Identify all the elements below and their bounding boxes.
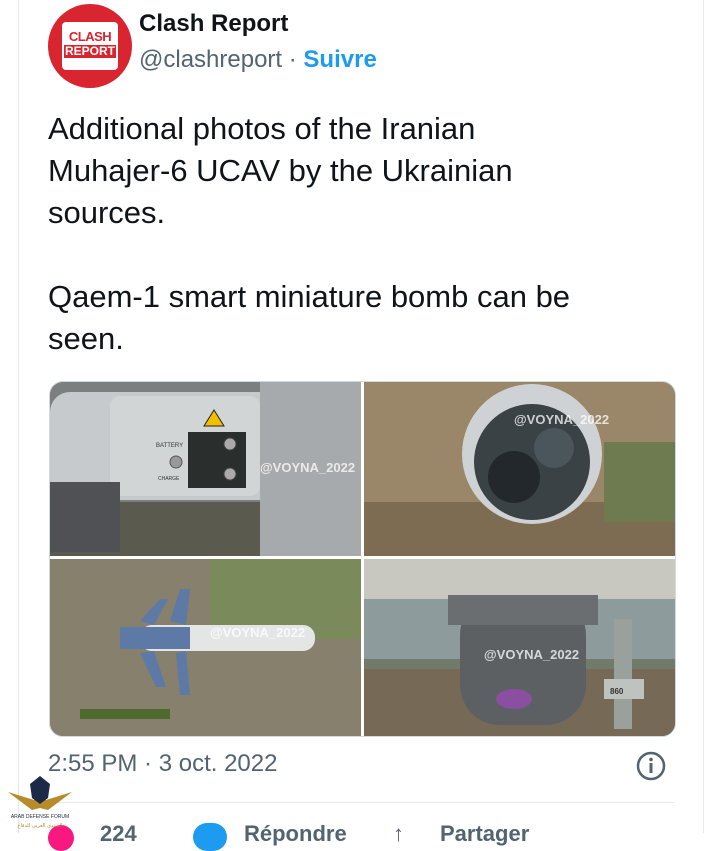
share-button[interactable]: Partager: [440, 821, 529, 847]
handle-row: @clashreport · Suivre: [139, 46, 377, 74]
forum-logo-line1: ARAB DEFENSE FORUM: [11, 814, 69, 820]
battery-label: BATTERY: [156, 443, 183, 449]
reply-icon[interactable]: [193, 823, 227, 851]
separator: ·: [282, 46, 304, 73]
watermark: @VOYNA_2022: [514, 412, 610, 427]
photo-qaem-bomb[interactable]: @VOYNA_2022: [50, 559, 361, 736]
info-icon[interactable]: [636, 751, 666, 781]
watermark: @VOYNA_2022: [484, 647, 580, 662]
timestamp[interactable]: 2:55 PM · 3 oct. 2022: [48, 750, 277, 778]
media-grid: BATTERY CHARGE @VOYNA_2022 @VOYNA_2022 @…: [49, 381, 676, 737]
watermark: @VOYNA_2022: [210, 625, 306, 640]
avatar[interactable]: CLASH REPORT: [48, 4, 132, 88]
divider: [48, 802, 674, 803]
forum-logo: ARAB DEFENSE FORUM المنتدى العربي للدفاع: [4, 774, 76, 833]
photo-camera-ball[interactable]: @VOYNA_2022: [364, 382, 675, 556]
photo-drone-body[interactable]: BATTERY CHARGE @VOYNA_2022: [50, 382, 361, 556]
tweet-text: Additional photos of the Iranian Muhajer…: [48, 111, 571, 356]
photo-camera-ball-image: [364, 382, 675, 556]
part-tag: 860: [610, 687, 624, 696]
avatar-text-line1: CLASH: [68, 29, 112, 44]
photo-qaem-bomb-image: [50, 559, 361, 736]
watermark: @VOYNA_2022: [260, 460, 356, 475]
share-icon[interactable]: ↑: [393, 821, 404, 847]
account-name[interactable]: Clash Report: [139, 10, 288, 38]
photo-gimbal-camera[interactable]: @VOYNA_2022 860: [364, 559, 675, 736]
like-count[interactable]: 224: [100, 821, 137, 847]
avatar-logo: CLASH REPORT: [62, 22, 118, 70]
charge-label: CHARGE: [158, 476, 180, 482]
avatar-text-line2: REPORT: [64, 44, 116, 58]
forum-logo-line2: المنتدى العربي للدفاع: [18, 823, 63, 829]
reply-button[interactable]: Répondre: [244, 821, 347, 847]
action-bar: 224 Répondre ↑ Partager: [48, 815, 668, 851]
account-handle[interactable]: @clashreport: [139, 46, 282, 73]
follow-button[interactable]: Suivre: [303, 46, 376, 73]
